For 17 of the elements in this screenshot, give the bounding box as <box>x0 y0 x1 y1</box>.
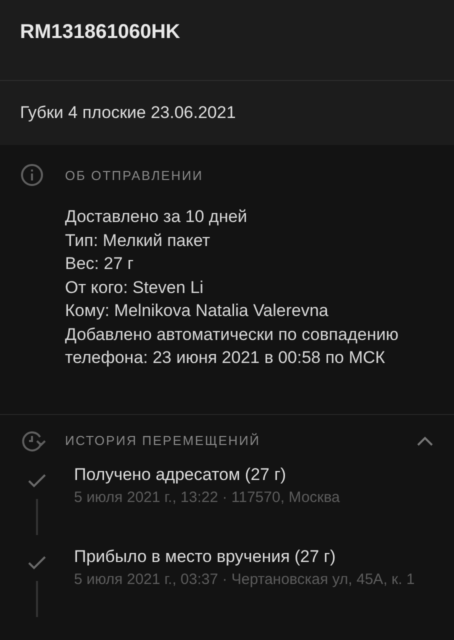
tracking-number: RM131861060HK <box>20 20 180 44</box>
event-details: 5 июля 2021 г., 03:37 · Чертановская ул, 45А, к. 1 <box>74 570 416 590</box>
info-line: Вес: 27 г <box>65 253 135 275</box>
info-line: Доставлено за 10 дней <box>65 206 248 228</box>
info-line: Кому: Melnikova Natalia Valerevna <box>65 300 330 322</box>
parcel-description: Губки 4 плоские 23.06.2021 <box>20 103 236 123</box>
collapse-caret-icon[interactable] <box>416 434 434 446</box>
event-title: Прибыло в место вручения (27 г) <box>74 546 337 568</box>
section-heading: ОБ ОТПРАВЛЕНИИ <box>65 168 204 182</box>
history-icon <box>20 428 46 452</box>
event-title: Получено адресатом (27 г) <box>74 464 288 486</box>
info-line: Тип: Мелкий пакет <box>65 230 212 252</box>
info-line: Добавлено автоматически по совпадению телефона: 23 июня 2021 в 00:58 по МСК <box>65 324 400 369</box>
event-details: 5 июля 2021 г., 13:22 · 117570, Москва <box>74 488 341 508</box>
info-icon <box>20 163 44 187</box>
section-heading: ИСТОРИЯ ПЕРЕМЕЩЕНИЙ <box>65 433 262 448</box>
info-line: От кого: Steven Li <box>65 276 204 298</box>
